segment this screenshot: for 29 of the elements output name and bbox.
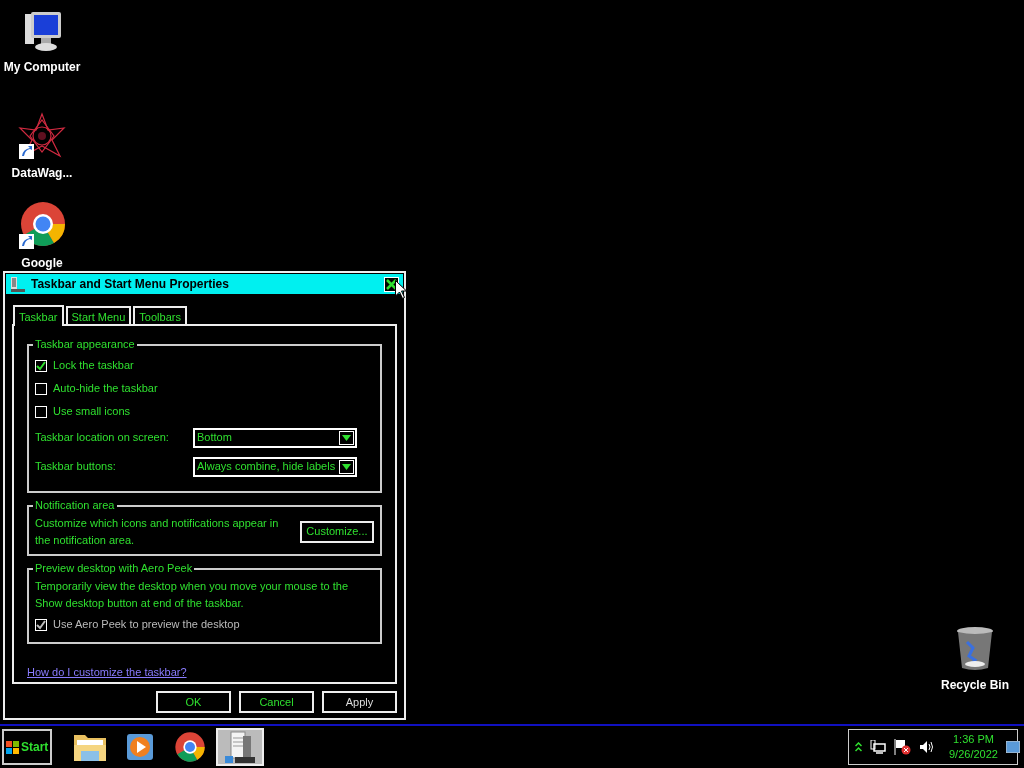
icon-label[interactable]: Google — [21, 254, 63, 272]
icon-label[interactable]: DataWag... — [11, 164, 73, 182]
dialog-button[interactable]: Cancel — [239, 691, 314, 713]
dropdown[interactable]: Always combine, hide labels — [193, 456, 357, 477]
help-link[interactable]: How do I customize the taskbar? — [27, 664, 187, 681]
dropdown-value: Bottom — [197, 430, 232, 446]
tab[interactable]: Start Menu — [65, 306, 132, 324]
dropdown[interactable]: Bottom — [193, 427, 357, 448]
field-label: Taskbar location on screen: — [35, 430, 170, 446]
group-title: Preview desktop with Aero Peek — [33, 562, 195, 575]
checkbox-label[interactable]: Use small icons — [53, 403, 131, 420]
icon-label[interactable]: My Computer — [3, 58, 81, 76]
group-title: Taskbar appearance — [33, 338, 137, 351]
window-title: Taskbar and Start Menu Properties — [31, 276, 229, 293]
tab[interactable]: Taskbar — [13, 305, 64, 326]
dialog-button[interactable]: OK — [156, 691, 231, 713]
field-label: Taskbar buttons: — [35, 459, 117, 475]
checkbox-label[interactable]: Auto-hide the taskbar — [53, 380, 158, 397]
checkbox-label[interactable]: Lock the taskbar — [53, 357, 134, 374]
tab[interactable]: Toolbars — [133, 306, 187, 324]
description-text: Temporarily view the desktop when you move your mouse to the Show desktop button at end of the taskbar. — [35, 579, 350, 611]
dropdown-value: Always combine, hide labels — [197, 459, 336, 475]
description-text: Customize which icons and notifications appear in the notification area. — [35, 516, 280, 548]
customize-button[interactable]: Customize... — [299, 520, 374, 543]
start-button[interactable]: Start — [2, 729, 52, 765]
clock-time[interactable]: 1:36 PM — [949, 732, 998, 747]
group-title: Notification area — [33, 499, 117, 512]
icon-label[interactable]: Recycle Bin — [940, 676, 1009, 694]
clock-date[interactable]: 9/26/2022 — [949, 747, 998, 762]
